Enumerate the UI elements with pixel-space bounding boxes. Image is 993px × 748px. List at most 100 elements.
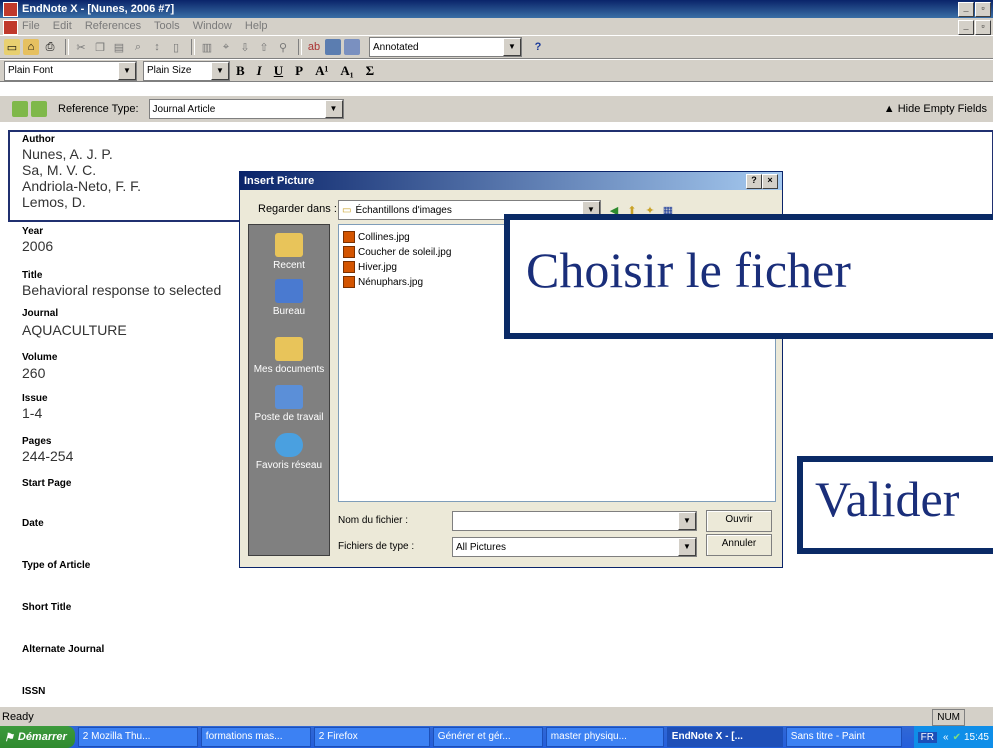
volume-label: Volume bbox=[22, 352, 58, 363]
journal-field[interactable]: AQUACULTURE bbox=[22, 322, 127, 338]
taskbar-item-firefox[interactable]: 2 Firefox bbox=[313, 727, 430, 747]
symbol-button[interactable]: Σ bbox=[366, 63, 375, 79]
issue-field[interactable]: 1-4 bbox=[22, 405, 42, 421]
dialog-close-button[interactable]: × bbox=[762, 174, 778, 189]
my-documents-icon bbox=[275, 337, 303, 361]
bold-button[interactable]: B bbox=[236, 63, 245, 79]
online-search-icon[interactable]: ⌖ bbox=[218, 39, 234, 55]
file-item[interactable]: Coucher de soleil.jpg bbox=[343, 246, 451, 258]
previous-reference-icon[interactable] bbox=[12, 101, 28, 117]
menu-references[interactable]: References bbox=[85, 20, 141, 32]
date-label: Date bbox=[22, 518, 44, 529]
paste-icon[interactable]: ▤ bbox=[111, 39, 127, 55]
format-toolbar: Plain Font ▼ Plain Size ▼ B I U P A¹ A₁ … bbox=[0, 59, 993, 82]
taskbar-item-explorer[interactable]: formations mas... bbox=[200, 727, 311, 747]
chevron-down-icon[interactable]: ▼ bbox=[503, 38, 521, 56]
maximize-button[interactable]: ▫ bbox=[975, 2, 991, 17]
menu-tools[interactable]: Tools bbox=[154, 20, 180, 32]
places-my-documents[interactable]: Mes documents bbox=[249, 337, 329, 375]
pages-field[interactable]: 244-254 bbox=[22, 448, 73, 464]
spell-check-icon[interactable]: ab bbox=[306, 39, 322, 55]
copy-icon[interactable]: ❐ bbox=[92, 39, 108, 55]
menu-window[interactable]: Window bbox=[193, 20, 232, 32]
doc-minimize-button[interactable]: _ bbox=[958, 20, 974, 35]
jpg-file-icon bbox=[343, 231, 355, 243]
reference-type-select[interactable]: Journal Article ▼ bbox=[148, 99, 344, 119]
filename-input[interactable]: ▼ bbox=[452, 511, 697, 531]
document-icon bbox=[3, 20, 18, 35]
look-in-label: Regarder dans : bbox=[258, 203, 337, 215]
import-icon[interactable]: ⇩ bbox=[237, 39, 253, 55]
cancel-button[interactable]: Annuler bbox=[706, 534, 772, 556]
menu-edit[interactable]: Edit bbox=[53, 20, 72, 32]
size-select-value: Plain Size bbox=[147, 65, 192, 76]
figure-icon[interactable] bbox=[344, 39, 360, 55]
filetype-label: Fichiers de type : bbox=[338, 541, 415, 552]
places-recent[interactable]: Recent bbox=[249, 233, 329, 271]
open-button[interactable]: Ouvrir bbox=[706, 510, 772, 532]
taskbar-item-word-master[interactable]: master physiqu... bbox=[545, 727, 664, 747]
short-title-label: Short Title bbox=[22, 602, 72, 613]
file-name: Nénuphars.jpg bbox=[358, 276, 424, 288]
choose-file-callout: Choisir le ficher bbox=[504, 214, 993, 339]
next-reference-icon[interactable] bbox=[31, 101, 47, 117]
chevron-down-icon[interactable]: ▼ bbox=[324, 100, 343, 118]
italic-button[interactable]: I bbox=[257, 63, 262, 79]
chevron-down-icon[interactable]: ▼ bbox=[678, 512, 696, 530]
hide-empty-fields-button[interactable]: ▲ Hide Empty Fields bbox=[884, 103, 987, 115]
sort-icon[interactable]: ↕ bbox=[149, 39, 165, 55]
insert-citation-icon[interactable]: ▯ bbox=[168, 39, 184, 55]
doc-restore-button[interactable]: ▫ bbox=[975, 20, 991, 35]
print-icon[interactable]: ⎙ bbox=[42, 39, 58, 55]
find-icon[interactable]: ⌕ bbox=[130, 39, 146, 55]
size-select[interactable]: Plain Size ▼ bbox=[143, 60, 230, 81]
year-field[interactable]: 2006 bbox=[22, 238, 53, 254]
taskbar-item-word-generer[interactable]: Générer et gér... bbox=[432, 727, 543, 747]
file-item[interactable]: Collines.jpg bbox=[343, 231, 410, 243]
chevron-down-icon[interactable]: ▼ bbox=[118, 61, 136, 80]
tray-app-icon[interactable]: ✔ bbox=[953, 732, 961, 743]
minimize-button[interactable]: _ bbox=[958, 2, 974, 17]
dialog-help-button[interactable]: ? bbox=[746, 174, 762, 189]
toolbar-separator bbox=[298, 39, 302, 55]
cut-icon[interactable]: ✂ bbox=[73, 39, 89, 55]
title-field[interactable]: Behavioral response to selected bbox=[22, 282, 221, 298]
menu-file[interactable]: File bbox=[22, 20, 40, 32]
toolbar-separator bbox=[191, 39, 195, 55]
taskbar-item-thunderbird[interactable]: 2 Mozilla Thu... bbox=[77, 727, 198, 747]
underline-button[interactable]: U bbox=[274, 63, 283, 79]
help-button[interactable]: ? bbox=[530, 39, 546, 55]
issue-label: Issue bbox=[22, 393, 48, 404]
taskbar-item-paint[interactable]: Sans titre - Paint bbox=[785, 727, 902, 747]
superscript-button[interactable]: A¹ bbox=[315, 63, 328, 79]
file-name: Collines.jpg bbox=[358, 231, 410, 243]
picture-icon[interactable] bbox=[325, 39, 341, 55]
tray-expand-icon[interactable]: « bbox=[943, 732, 949, 743]
reference-window-icon[interactable]: ▥ bbox=[199, 39, 215, 55]
export-icon[interactable]: ⇧ bbox=[256, 39, 272, 55]
start-page-label: Start Page bbox=[22, 478, 72, 489]
places-desktop[interactable]: Bureau bbox=[249, 279, 329, 317]
chevron-down-icon[interactable]: ▼ bbox=[211, 61, 229, 80]
type-of-article-label: Type of Article bbox=[22, 560, 91, 571]
volume-field[interactable]: 260 bbox=[22, 365, 45, 381]
link-icon[interactable]: ⚲ bbox=[275, 39, 291, 55]
clock: 15:45 bbox=[963, 731, 989, 743]
file-item[interactable]: Hiver.jpg bbox=[343, 261, 397, 273]
style-select[interactable]: Annotated ▼ bbox=[369, 37, 522, 57]
filetype-select[interactable]: All Pictures ▼ bbox=[452, 537, 697, 557]
open-icon[interactable]: ⌂ bbox=[23, 39, 39, 55]
new-icon[interactable]: ▭ bbox=[4, 39, 20, 55]
hide-empty-fields-label: Hide Empty Fields bbox=[897, 103, 987, 115]
menu-help[interactable]: Help bbox=[245, 20, 268, 32]
language-indicator[interactable]: FR bbox=[917, 731, 938, 743]
start-button[interactable]: ⚑ Démarrer bbox=[0, 726, 75, 748]
file-item[interactable]: Nénuphars.jpg bbox=[343, 276, 423, 288]
places-my-computer[interactable]: Poste de travail bbox=[249, 385, 329, 423]
subscript-button[interactable]: A₁ bbox=[340, 63, 353, 79]
plain-button[interactable]: P bbox=[295, 63, 303, 79]
font-select[interactable]: Plain Font ▼ bbox=[4, 60, 137, 81]
taskbar-item-endnote[interactable]: EndNote X - [... bbox=[666, 727, 783, 747]
chevron-down-icon[interactable]: ▼ bbox=[678, 538, 696, 556]
places-network[interactable]: Favoris réseau bbox=[249, 433, 329, 471]
